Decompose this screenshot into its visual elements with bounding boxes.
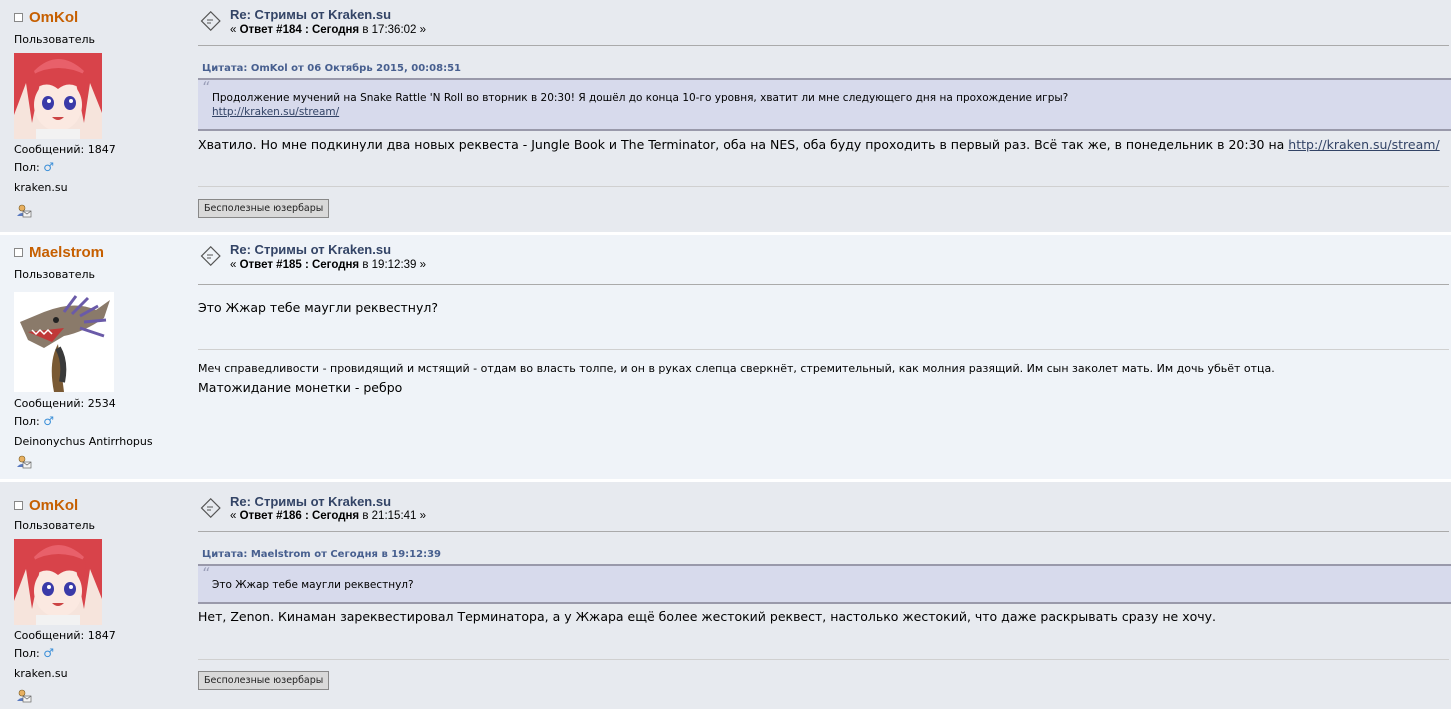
divider: [198, 45, 1449, 46]
pm-icon[interactable]: [16, 455, 32, 469]
quote-block: “ Продолжение мучений на Snake Rattle 'N…: [198, 78, 1451, 131]
divider: [198, 531, 1449, 532]
user-role: Пользователь: [14, 519, 96, 532]
signature-divider: [198, 659, 1449, 660]
userbars-button[interactable]: Бесполезные юзербары: [198, 199, 330, 218]
reply-number-link[interactable]: Ответ #185 : Сегодня: [240, 259, 360, 271]
male-icon: ♂: [43, 646, 55, 660]
gender: Пол: ♂: [14, 646, 54, 660]
quote-mark-icon: “: [202, 564, 211, 583]
avatar-anime-girl: [14, 539, 102, 625]
gender-label: Пол:: [14, 161, 40, 174]
pm-icon[interactable]: [16, 689, 32, 703]
username[interactable]: OmKol: [29, 9, 78, 26]
reply-number-link[interactable]: Ответ #186 : Сегодня: [240, 510, 360, 522]
stream-link[interactable]: http://kraken.su/stream/: [1288, 137, 1439, 152]
post-subject-link[interactable]: Re: Стримы от Kraken.su: [230, 7, 391, 22]
post-meta: « Ответ #185 : Сегодня в 19:12:39 »: [230, 259, 427, 271]
signature-divider: [198, 349, 1449, 350]
user-role: Пользователь: [14, 33, 96, 46]
select-checkbox[interactable]: [14, 501, 23, 510]
post-186: OmKol Пользователь Сообщений: 1847 Пол: …: [0, 482, 1451, 709]
custom-title: kraken.su: [14, 181, 68, 194]
signature-line-2: Матожидание монетки - ребро: [198, 380, 403, 395]
select-checkbox[interactable]: [14, 13, 23, 22]
user-role: Пользователь: [14, 268, 96, 281]
post-count: Сообщений: 1847: [14, 629, 116, 642]
post-count: Сообщений: 1847: [14, 143, 116, 156]
custom-title: kraken.su: [14, 667, 68, 680]
gender: Пол: ♂: [14, 414, 54, 428]
signature: Меч справедливости - провидящий и мстящи…: [198, 362, 1275, 375]
post-text: Это Жжар тебе маугли реквестнул?: [198, 300, 438, 315]
topic-icon: [200, 246, 221, 266]
post-subject-link[interactable]: Re: Стримы от Kraken.su: [230, 494, 391, 509]
custom-title: Deinonychus Antirrhopus: [14, 435, 153, 448]
signature-divider: [198, 186, 1449, 187]
pm-icon[interactable]: [16, 204, 32, 218]
reply-number-link[interactable]: Ответ #184 : Сегодня: [240, 24, 360, 36]
username[interactable]: OmKol: [29, 497, 78, 514]
post-184: OmKol Пользователь Сообщений: 1847 Пол: …: [0, 0, 1451, 232]
quote-text: Это Жжар тебе маугли реквестнул?: [212, 579, 414, 591]
post-text: Нет, Zenon. Кинаман зареквестировал Терм…: [198, 609, 1216, 624]
topic-icon: [200, 498, 221, 518]
post-count: Сообщений: 2534: [14, 397, 116, 410]
post-meta: « Ответ #184 : Сегодня в 17:36:02 »: [230, 24, 427, 36]
userbars-button[interactable]: Бесполезные юзербары: [198, 671, 330, 690]
male-icon: ♂: [43, 414, 55, 428]
male-icon: ♂: [43, 160, 55, 174]
topic-icon: [200, 11, 221, 31]
avatar-dinosaur: [14, 292, 114, 392]
select-checkbox[interactable]: [14, 248, 23, 257]
quote-header[interactable]: Цитата: Maelstrom от Сегодня в 19:12:39: [202, 549, 441, 560]
quote-header[interactable]: Цитата: OmKol от 06 Октябрь 2015, 00:08:…: [202, 63, 461, 74]
post-text: Хватило. Но мне подкинули два новых рекв…: [198, 137, 1440, 152]
quote-block: “ Это Жжар тебе маугли реквестнул?: [198, 564, 1451, 604]
post-185: Maelstrom Пользователь Сообщений: 2534 П…: [0, 235, 1451, 479]
username[interactable]: Maelstrom: [29, 244, 104, 261]
avatar-anime-girl: [14, 53, 102, 139]
gender-label: Пол:: [14, 647, 40, 660]
quote-text: Продолжение мучений на Snake Rattle 'N R…: [212, 92, 1069, 104]
gender: Пол: ♂: [14, 160, 54, 174]
quote-mark-icon: “: [202, 78, 211, 97]
gender-label: Пол:: [14, 415, 40, 428]
post-subject-link[interactable]: Re: Стримы от Kraken.su: [230, 242, 391, 257]
divider: [198, 284, 1449, 285]
post-meta: « Ответ #186 : Сегодня в 21:15:41 »: [230, 510, 427, 522]
quote-link[interactable]: http://kraken.su/stream/: [212, 106, 339, 118]
